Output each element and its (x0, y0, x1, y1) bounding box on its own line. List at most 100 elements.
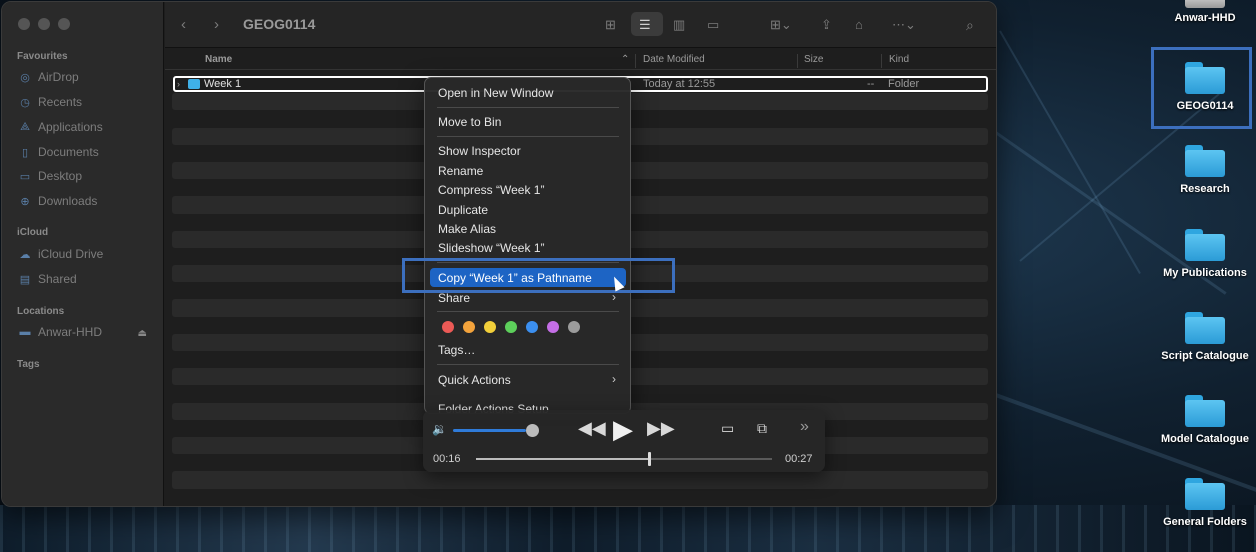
tag-icon[interactable]: ⌂ (855, 15, 863, 35)
disclosure-triangle-icon[interactable]: › (177, 78, 180, 91)
close-window-button[interactable] (18, 18, 30, 30)
rewind-icon[interactable]: ◀◀ (578, 418, 606, 439)
context-menu: Open in New Window Move to Bin Show Insp… (424, 77, 631, 414)
share-icon[interactable]: ⇪ (821, 15, 832, 35)
window-controls (18, 18, 70, 30)
column-kind[interactable]: Kind (889, 54, 909, 65)
shared-folder-icon: ▤ (19, 273, 31, 286)
menu-make-alias[interactable]: Make Alias (438, 222, 496, 236)
desktop-icon-geog0114[interactable]: GEOG0114 (1155, 62, 1255, 112)
menu-slideshow[interactable]: Slideshow “Week 1” (438, 241, 545, 255)
sidebar-item-label: iCloud Drive (38, 247, 104, 261)
tag-color-dot[interactable] (484, 321, 496, 333)
sidebar-item-documents[interactable]: ▯ Documents (18, 145, 158, 159)
sidebar-item-label: AirDrop (38, 70, 79, 84)
row-name: Week 1 (204, 78, 242, 90)
sidebar-section-favourites: Favourites (17, 51, 68, 62)
folder-icon (1185, 145, 1225, 177)
more-chevron-icon[interactable]: » (800, 418, 809, 436)
play-icon[interactable]: ▶ (613, 414, 633, 445)
folder-icon (1185, 395, 1225, 427)
desktop-icon-my-publications[interactable]: My Publications (1155, 229, 1255, 279)
download-icon: ⊕ (20, 195, 30, 208)
sidebar-item-label: Desktop (38, 169, 83, 183)
sidebar-item-desktop[interactable]: ▭ Desktop (18, 169, 158, 183)
folder-icon (188, 79, 200, 89)
gallery-view-icon[interactable]: ▭ (707, 15, 719, 35)
menu-tags[interactable]: Tags… (438, 343, 475, 357)
sidebar-item-icloud-drive[interactable]: ☁ iCloud Drive (18, 247, 158, 261)
volume-icon[interactable]: 🔉 (432, 422, 447, 436)
menu-compress[interactable]: Compress “Week 1” (438, 183, 544, 197)
airplay-icon[interactable]: ▭ (721, 420, 734, 437)
row-kind: Folder (888, 78, 920, 90)
folder-icon (1185, 229, 1225, 261)
sidebar-item-recents[interactable]: ◷ Recents (18, 95, 158, 109)
sidebar-section-locations: Locations (17, 306, 65, 317)
desktop-icon-research[interactable]: Research (1155, 145, 1255, 195)
toolbar: ‹ › GEOG0114 ⊞ ☰ ▥ ▭ ⊞⌄ ⇪ ⌂ ⋯⌄ ⌕ (165, 2, 996, 48)
progress-fill (476, 458, 648, 460)
column-view-icon[interactable]: ▥ (673, 15, 685, 35)
sidebar-section-icloud: iCloud (17, 227, 49, 238)
desktop-icon-anwar-hhd[interactable]: Anwar-HHD (1155, 0, 1255, 24)
tag-color-dot[interactable] (442, 321, 454, 333)
tag-color-dot[interactable] (547, 321, 559, 333)
sidebar-item-label: Downloads (38, 194, 98, 208)
eject-icon[interactable]: ⏏ (138, 328, 147, 339)
column-date-modified[interactable]: Date Modified (643, 54, 705, 65)
sidebar-item-applications[interactable]: ⟁ Applications (18, 120, 158, 134)
zoom-window-button[interactable] (58, 18, 70, 30)
forward-button[interactable]: › (214, 15, 219, 35)
annotation-highlight-box (402, 258, 675, 293)
tag-color-dot[interactable] (505, 321, 517, 333)
icon-view-icon[interactable]: ⊞ (605, 15, 616, 35)
window-title: GEOG0114 (243, 16, 316, 32)
menu-quick-actions[interactable]: Quick Actions (438, 373, 511, 387)
external-drive-icon (1185, 0, 1225, 8)
volume-slider[interactable] (453, 429, 527, 432)
desktop-icon-script-catalogue[interactable]: Script Catalogue (1155, 312, 1255, 362)
applications-icon: ⟁ (20, 120, 30, 133)
sidebar-item-airdrop[interactable]: ◎ AirDrop (18, 70, 158, 84)
tag-color-dot[interactable] (526, 321, 538, 333)
more-actions-icon[interactable]: ⋯⌄ (892, 15, 916, 35)
tag-color-dot[interactable] (568, 321, 580, 333)
fast-forward-icon[interactable]: ▶▶ (647, 418, 675, 439)
tag-colors (442, 321, 580, 333)
sidebar-item-label: Recents (38, 95, 83, 109)
desktop-icon-label: Model Catalogue (1160, 433, 1249, 445)
empty-row (172, 471, 988, 489)
progress-knob[interactable] (647, 452, 651, 466)
minimize-window-button[interactable] (38, 18, 50, 30)
volume-knob[interactable] (526, 424, 540, 437)
menu-move-to-bin[interactable]: Move to Bin (438, 115, 501, 129)
menu-share[interactable]: Share (438, 291, 470, 305)
menu-show-inspector[interactable]: Show Inspector (438, 144, 521, 158)
document-icon: ▯ (21, 146, 29, 159)
column-size[interactable]: Size (804, 54, 823, 65)
sidebar: Favourites ◎ AirDrop ◷ Recents ⟁ Applica… (2, 2, 164, 506)
sidebar-item-shared[interactable]: ▤ Shared (18, 272, 158, 286)
column-name[interactable]: Name (205, 54, 232, 65)
group-by-icon[interactable]: ⊞⌄ (770, 15, 792, 35)
sort-chevron-up-icon: ⌃ (621, 54, 630, 65)
desktop-icon-model-catalogue[interactable]: Model Catalogue (1155, 395, 1255, 445)
desktop-icon: ▭ (19, 170, 31, 183)
desktop-wallpaper-city (0, 505, 1256, 552)
list-view-icon[interactable]: ☰ (639, 15, 651, 35)
picture-in-picture-icon[interactable]: ⧉ (757, 420, 767, 437)
clock-icon: ◷ (20, 96, 30, 109)
menu-rename[interactable]: Rename (438, 164, 483, 178)
airdrop-icon: ◎ (20, 71, 30, 84)
desktop-icon-general-folders[interactable]: General Folders (1155, 478, 1255, 528)
tag-color-dot[interactable] (463, 321, 475, 333)
sidebar-item-downloads[interactable]: ⊕ Downloads (18, 194, 158, 208)
drive-icon: ▬ (19, 326, 31, 338)
menu-open-new-window[interactable]: Open in New Window (438, 86, 553, 100)
search-icon[interactable]: ⌕ (966, 15, 974, 35)
menu-duplicate[interactable]: Duplicate (438, 203, 488, 217)
back-button[interactable]: ‹ (181, 15, 186, 35)
cloud-icon: ☁ (19, 248, 31, 261)
row-date-modified: Today at 12:55 (643, 78, 716, 90)
